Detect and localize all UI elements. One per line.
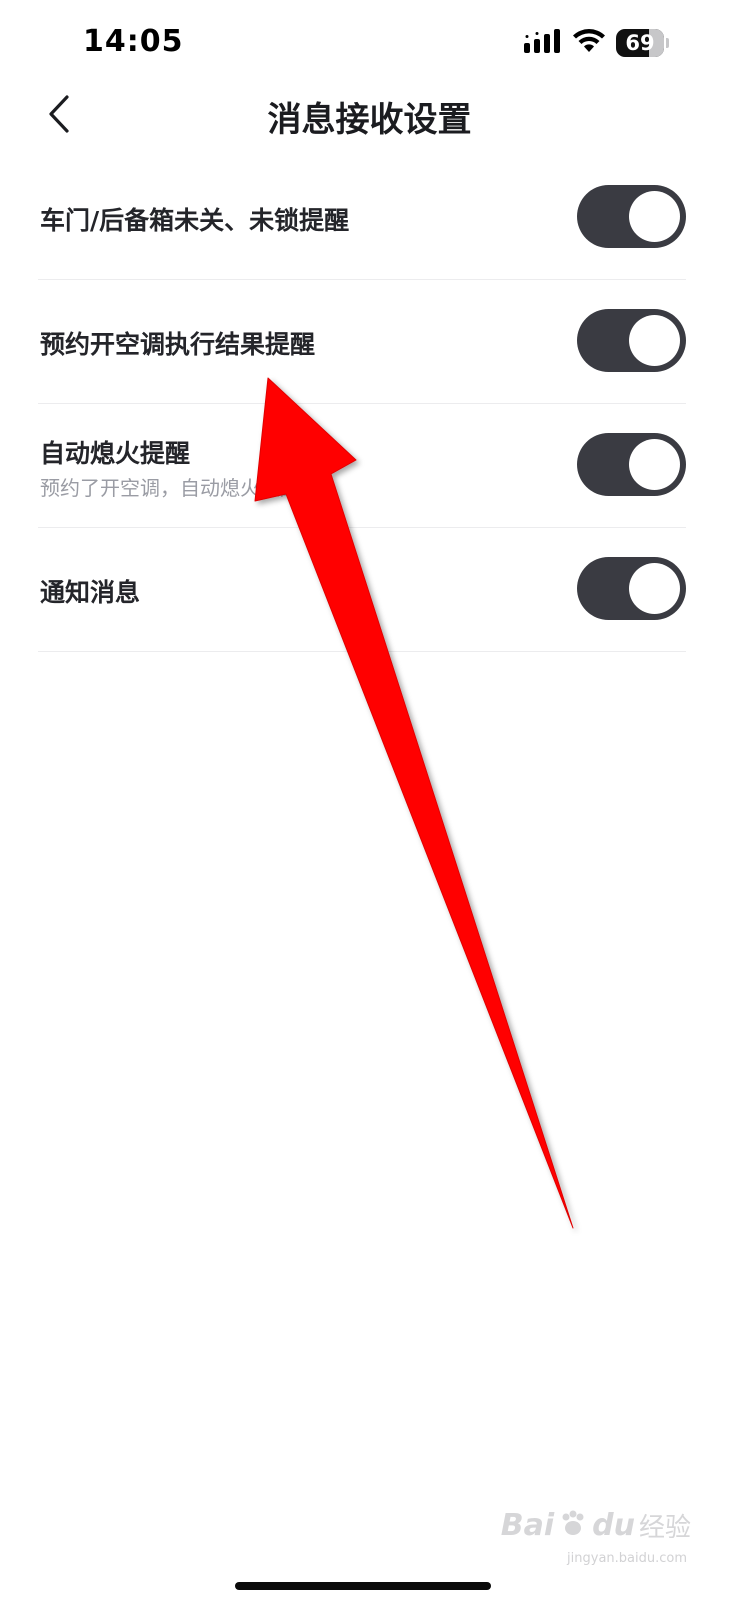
cellular-signal-icon: [524, 29, 562, 57]
page-title: 消息接收设置: [267, 100, 472, 140]
toggle-knob: [629, 439, 680, 490]
home-indicator[interactable]: [235, 1582, 491, 1590]
watermark: Bai du 经验: [501, 1507, 691, 1544]
status-bar: 14:05 69: [0, 0, 739, 80]
watermark-logo-text: Bai: [500, 1508, 555, 1543]
wifi-icon: [572, 28, 606, 58]
watermark-logo-text-2: du: [592, 1508, 635, 1543]
setting-row-notification-messages: 通知消息: [38, 528, 686, 652]
nav-bar: 消息接收设置: [0, 80, 739, 152]
watermark-domain: jingyan.baidu.com: [567, 1551, 687, 1566]
watermark-brand: 经验: [638, 1513, 691, 1543]
auto-shutoff-reminder-toggle[interactable]: [577, 433, 686, 496]
setting-row-auto-shutoff-reminder: 自动熄火提醒 预约了开空调，自动熄火提醒: [38, 404, 686, 528]
toggle-knob: [629, 191, 680, 242]
ac-result-reminder-toggle[interactable]: [577, 309, 686, 372]
battery-icon: 69: [616, 29, 664, 57]
battery-level: 69: [625, 31, 655, 55]
setting-label: 车门/后备箱未关、未锁提醒: [40, 206, 350, 235]
toggle-knob: [629, 563, 680, 614]
notification-messages-toggle[interactable]: [577, 557, 686, 620]
setting-label: 通知消息: [40, 578, 141, 607]
setting-label: 预约开空调执行结果提醒: [40, 330, 316, 359]
setting-label: 自动熄火提醒: [40, 439, 191, 468]
status-icons: 69: [524, 28, 669, 58]
paw-icon: [558, 1509, 588, 1543]
status-time: 14:05: [83, 24, 184, 59]
battery-cap: [666, 38, 669, 48]
toggle-knob: [629, 315, 680, 366]
settings-list: 车门/后备箱未关、未锁提醒 预约开空调执行结果提醒 自动熄火提醒 预约了开空调，…: [38, 156, 686, 652]
setting-row-door-trunk-reminder: 车门/后备箱未关、未锁提醒: [38, 156, 686, 280]
door-trunk-reminder-toggle[interactable]: [577, 185, 686, 248]
setting-subtitle: 预约了开空调，自动熄火提醒: [40, 476, 300, 500]
setting-row-ac-result-reminder: 预约开空调执行结果提醒: [38, 280, 686, 404]
